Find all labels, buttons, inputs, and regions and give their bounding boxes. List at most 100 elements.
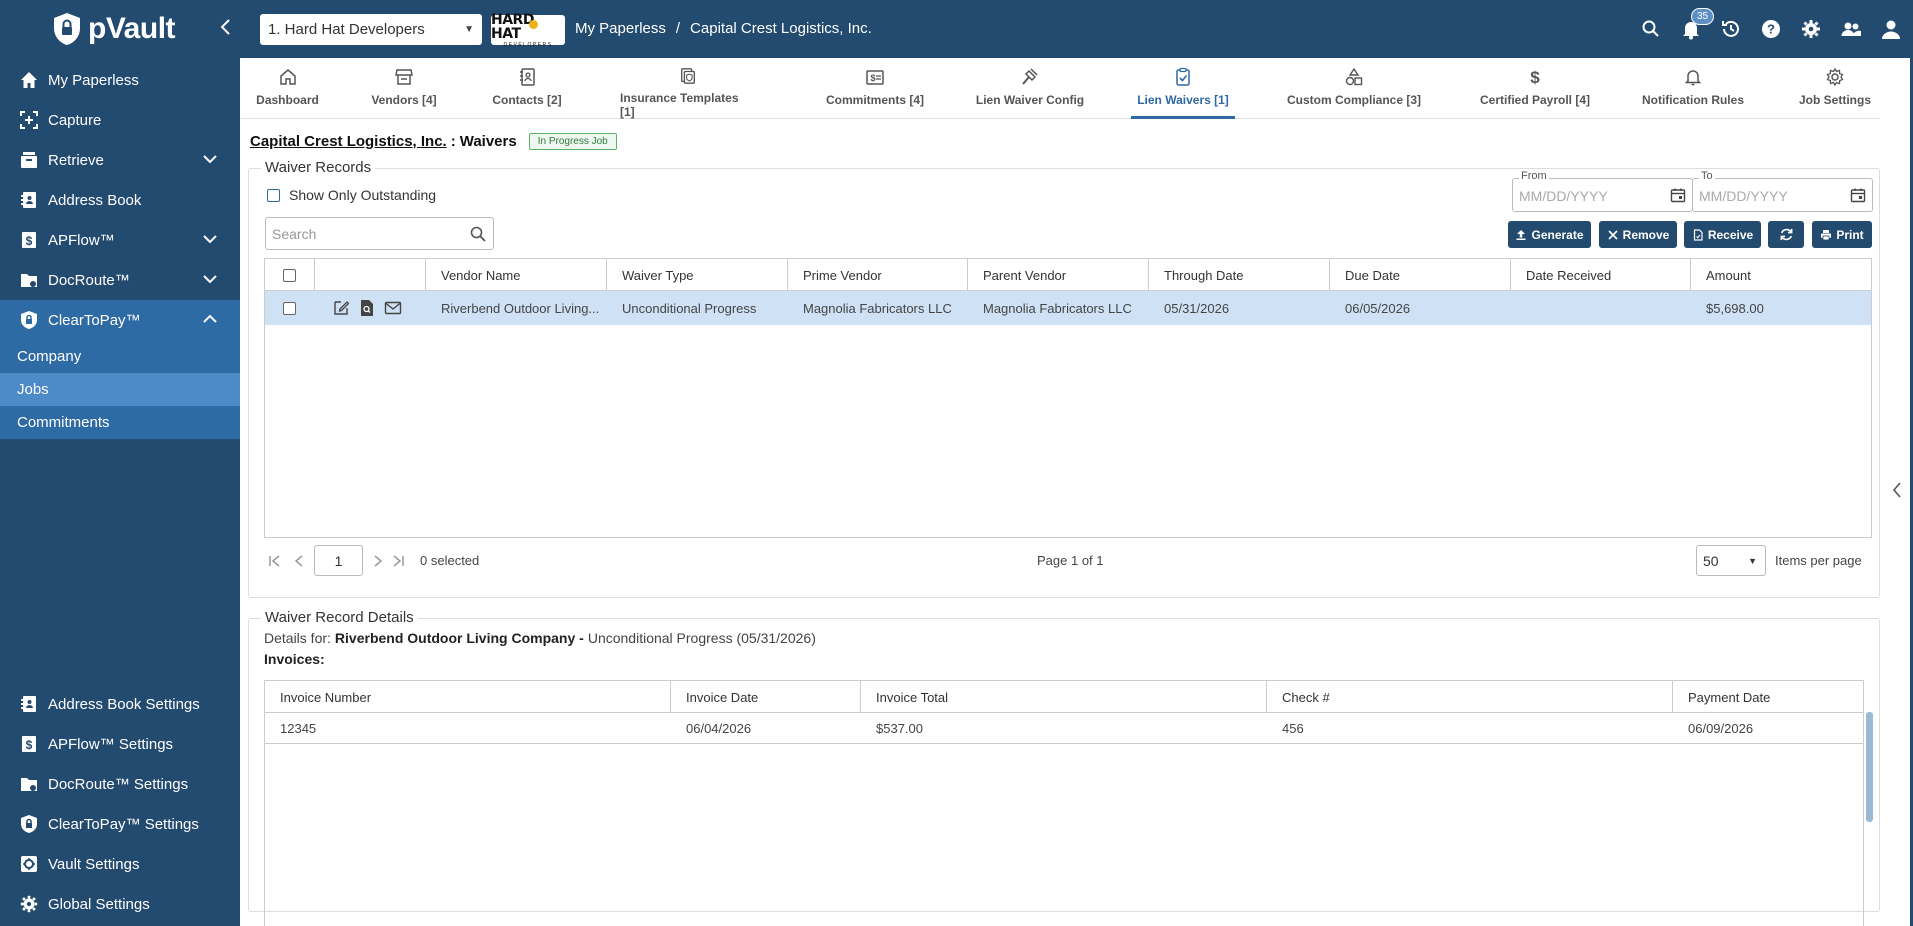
column-header[interactable]: Vendor Name [426, 259, 607, 291]
view-document-icon[interactable] [359, 299, 375, 317]
show-outstanding-toggle[interactable]: Show Only Outstanding [267, 187, 436, 203]
receive-button[interactable]: Receive [1684, 221, 1761, 248]
tab-commitments[interactable]: $ Commitments [4] [820, 58, 930, 119]
next-page-icon[interactable] [372, 554, 384, 568]
refresh-button[interactable] [1768, 221, 1804, 248]
chevron-down-icon [203, 235, 217, 244]
tab-certified-payroll[interactable]: $ Certified Payroll [4] [1472, 58, 1598, 119]
breadcrumb-company[interactable]: Capital Crest Logistics, Inc. [690, 20, 872, 37]
sidebar-item-vault-settings[interactable]: Vault Settings [0, 844, 240, 884]
email-icon[interactable] [384, 300, 402, 316]
search-input[interactable]: Search [265, 217, 494, 250]
sidebar-item-capture[interactable]: Capture [0, 100, 240, 140]
home-icon [18, 69, 40, 91]
users-button[interactable] [1831, 0, 1871, 58]
logo-subtext: DEVELOPERS [503, 41, 553, 48]
main-content: Dashboard Vendors [4] Contacts [2] Insur… [240, 58, 1890, 926]
sidebar-subitem-jobs[interactable]: Jobs [0, 373, 240, 406]
last-page-icon[interactable] [391, 554, 405, 568]
vault-select[interactable]: 1. Hard Hat Developers ▼ [260, 14, 482, 45]
to-date-placeholder: MM/DD/YYYY [1699, 188, 1788, 204]
sidebar-item-cleartopay[interactable]: ClearToPay™ [0, 300, 240, 340]
details-scrollbar[interactable] [1864, 708, 1880, 926]
tab-label: Notification Rules [1641, 93, 1744, 107]
hammer-icon [1022, 68, 1038, 85]
sidebar-item-global-settings[interactable]: Global Settings [0, 884, 240, 924]
items-per-page-value: 50 [1703, 553, 1719, 569]
notifications-button[interactable]: 35 [1671, 0, 1715, 58]
page-number-input[interactable]: 1 [314, 545, 363, 576]
sidebar-item-apflow-settings[interactable]: $ APFlow™ Settings [0, 724, 240, 764]
sidebar-item-docroute-settings[interactable]: DocRoute™ Settings [0, 764, 240, 804]
tab-label: Vendors [4] [371, 93, 437, 107]
tab-custom-compliance[interactable]: Custom Compliance [3] [1282, 58, 1426, 119]
tab-contacts[interactable]: Contacts [2] [477, 58, 577, 119]
column-header[interactable]: Amount [1691, 259, 1871, 291]
column-header[interactable]: Check # [1267, 681, 1673, 713]
row-select-cell [265, 291, 315, 325]
due-date-cell: 06/05/2026 [1345, 300, 1411, 316]
brand[interactable]: pVault [0, 0, 240, 58]
items-per-page-select[interactable]: 50 ▼ [1696, 545, 1766, 576]
history-button[interactable] [1711, 0, 1751, 58]
help-button[interactable]: ? [1751, 0, 1791, 58]
tab-job-settings[interactable]: Job Settings [1792, 58, 1878, 119]
tab-dashboard[interactable]: Dashboard [240, 58, 335, 119]
sidebar-subitem-commitments[interactable]: Commitments [0, 406, 240, 439]
profile-button[interactable] [1871, 0, 1911, 58]
waiver-records-legend: Waiver Records [261, 159, 376, 176]
tab-lien-waivers[interactable]: Lien Waivers [1] [1131, 58, 1235, 119]
store-icon [395, 69, 413, 85]
from-date-field[interactable]: From MM/DD/YYYY [1512, 170, 1693, 212]
first-page-icon[interactable] [268, 554, 282, 568]
tab-vendors[interactable]: Vendors [4] [358, 58, 450, 119]
invoices-table: Invoice Number Invoice Date Invoice Tota… [264, 680, 1864, 926]
print-button[interactable]: Print [1812, 221, 1872, 248]
show-outstanding-checkbox[interactable] [267, 188, 280, 202]
tab-lien-waiver-config[interactable]: Lien Waiver Config [975, 58, 1085, 119]
column-header[interactable]: Prime Vendor [788, 259, 968, 291]
breadcrumb-my-paperless[interactable]: My Paperless [575, 20, 666, 37]
chevron-left-icon[interactable] [1890, 480, 1904, 500]
check-number-cell: 456 [1282, 721, 1304, 736]
column-header[interactable]: Waiver Type [607, 259, 788, 291]
sidebar-item-address-book-settings[interactable]: Address Book Settings [0, 684, 240, 724]
table-row[interactable]: Riverbend Outdoor Living... Unconditiona… [265, 291, 1871, 325]
settings-button[interactable] [1791, 0, 1831, 58]
row-checkbox[interactable] [283, 301, 296, 315]
column-header[interactable]: Invoice Number [265, 681, 671, 713]
sidebar-item-my-paperless[interactable]: My Paperless [0, 60, 240, 100]
search-icon[interactable] [469, 225, 487, 243]
column-header[interactable]: Due Date [1330, 259, 1511, 291]
sidebar-subitem-company[interactable]: Company [0, 340, 240, 373]
sidebar-item-docroute[interactable]: DocRoute™ [0, 260, 240, 300]
previous-page-icon[interactable] [293, 554, 305, 568]
column-header[interactable]: Payment Date [1673, 681, 1863, 713]
column-header[interactable]: Date Received [1511, 259, 1691, 291]
svg-text:$: $ [870, 73, 875, 83]
column-header[interactable]: Invoice Date [671, 681, 861, 713]
chevron-down-icon [203, 275, 217, 284]
to-date-field[interactable]: To MM/DD/YYYY [1692, 170, 1873, 212]
generate-button[interactable]: Generate [1508, 221, 1591, 248]
sidebar-item-retrieve[interactable]: Retrieve [0, 140, 240, 180]
table-row[interactable]: 12345 06/04/2026 $537.00 456 06/09/2026 [265, 713, 1863, 744]
select-all-checkbox[interactable] [283, 268, 296, 282]
tab-insurance-templates[interactable]: Insurance Templates [1] [620, 58, 756, 119]
sidebar-item-apflow[interactable]: $ APFlow™ [0, 220, 240, 260]
column-header[interactable]: Invoice Total [861, 681, 1267, 713]
svg-text:$: $ [1530, 68, 1540, 87]
remove-button[interactable]: Remove [1599, 221, 1677, 248]
sidebar-item-address-book[interactable]: Address Book [0, 180, 240, 220]
scrollbar-thumb[interactable] [1866, 712, 1873, 822]
calendar-icon[interactable] [1670, 187, 1686, 203]
company-link[interactable]: Capital Crest Logistics, Inc. [250, 133, 447, 150]
column-header[interactable]: Through Date [1149, 259, 1330, 291]
calendar-icon[interactable] [1850, 187, 1866, 203]
sidebar-item-cleartopay-settings[interactable]: ClearToPay™ Settings [0, 804, 240, 844]
tab-notification-rules[interactable]: Notification Rules [1638, 58, 1748, 119]
collapse-sidebar-button[interactable] [216, 16, 236, 42]
search-button[interactable] [1631, 0, 1671, 58]
edit-icon[interactable] [332, 299, 350, 317]
column-header[interactable]: Parent Vendor [968, 259, 1149, 291]
